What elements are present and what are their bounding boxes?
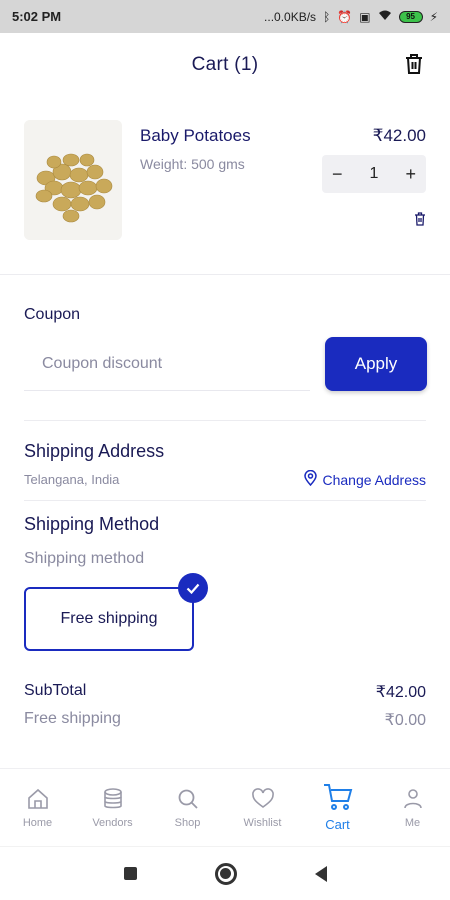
network-speed: ...0.0KB/s bbox=[264, 9, 317, 24]
nav-shop-label: Shop bbox=[174, 816, 201, 829]
status-time: 5:02 PM bbox=[12, 9, 62, 24]
cart-item: Baby Potatoes Weight: 500 gms ₹42.00 − 1… bbox=[0, 110, 450, 270]
remove-item-trash-icon[interactable] bbox=[414, 212, 426, 231]
sim-icon: ▣ bbox=[359, 9, 371, 24]
shipping-method-subtitle: Shipping method bbox=[24, 550, 145, 567]
back-icon[interactable] bbox=[314, 865, 327, 882]
nav-shop[interactable]: Shop bbox=[150, 769, 225, 846]
person-icon bbox=[403, 788, 422, 808]
bottom-nav: Home Vendors Shop Wishlist Cart Me bbox=[0, 768, 450, 846]
cart-icon bbox=[323, 784, 352, 810]
check-icon bbox=[178, 573, 208, 603]
divider bbox=[24, 500, 426, 501]
coupon-label: Coupon bbox=[24, 306, 81, 323]
home-button-icon[interactable] bbox=[214, 862, 237, 885]
home-icon bbox=[27, 788, 48, 809]
status-bar: 5:02 PM ...0.0KB/s ᛒ ⏰ ▣ 95 ⚡ bbox=[0, 0, 450, 33]
product-price: ₹42.00 bbox=[372, 126, 426, 145]
shipping-cost-value: ₹0.00 bbox=[384, 712, 426, 729]
subtotal-value: ₹42.00 bbox=[375, 684, 426, 701]
nav-me[interactable]: Me bbox=[375, 769, 450, 846]
increase-quantity-button[interactable]: + bbox=[405, 164, 416, 185]
product-weight: Weight: 500 gms bbox=[140, 156, 245, 172]
nav-cart-label: Cart bbox=[325, 817, 350, 832]
shipping-cost-row: Free shipping ₹0.00 bbox=[24, 710, 426, 730]
divider bbox=[24, 420, 426, 421]
nav-vendors-label: Vendors bbox=[92, 816, 133, 829]
nav-cart[interactable]: Cart bbox=[300, 769, 375, 846]
subtotal-row: SubTotal ₹42.00 bbox=[24, 682, 426, 702]
recent-apps-icon[interactable] bbox=[123, 867, 137, 880]
app-header: Cart (1) bbox=[0, 33, 450, 97]
page-title: Cart (1) bbox=[191, 54, 259, 75]
wifi-icon bbox=[378, 10, 392, 23]
shipping-option-label: Free shipping bbox=[60, 610, 158, 627]
shipping-method-title: Shipping Method bbox=[24, 514, 160, 534]
shipping-option-card[interactable]: Free shipping bbox=[24, 587, 194, 651]
bluetooth-icon: ᛒ bbox=[323, 9, 331, 24]
nav-home[interactable]: Home bbox=[0, 769, 75, 846]
nav-vendors[interactable]: Vendors bbox=[75, 769, 150, 846]
shipping-address-value: Telangana, India bbox=[24, 472, 120, 487]
nav-me-label: Me bbox=[404, 816, 421, 829]
nav-wishlist-label: Wishlist bbox=[243, 816, 282, 829]
shipping-address-title: Shipping Address bbox=[24, 441, 165, 461]
coupon-input[interactable] bbox=[24, 337, 310, 391]
system-nav-bar bbox=[0, 846, 450, 900]
quantity-stepper: − 1 + bbox=[322, 155, 426, 193]
apply-coupon-button[interactable]: Apply bbox=[325, 337, 427, 391]
charging-icon: ⚡ bbox=[429, 9, 438, 24]
nav-wishlist[interactable]: Wishlist bbox=[225, 769, 300, 846]
alarm-icon: ⏰ bbox=[337, 9, 353, 24]
search-icon bbox=[178, 789, 198, 809]
database-icon bbox=[103, 787, 122, 808]
product-name[interactable]: Baby Potatoes bbox=[140, 126, 251, 146]
quantity-value: 1 bbox=[369, 165, 379, 182]
status-icons: ...0.0KB/s ᛒ ⏰ ▣ 95 ⚡ bbox=[264, 10, 438, 24]
subtotal-label: SubTotal bbox=[24, 682, 87, 699]
decrease-quantity-button[interactable]: − bbox=[332, 164, 343, 185]
product-image bbox=[24, 120, 122, 240]
heart-icon bbox=[251, 787, 274, 808]
nav-home-label: Home bbox=[22, 816, 53, 829]
battery-icon: 95 bbox=[398, 10, 423, 23]
shipping-cost-label: Free shipping bbox=[24, 710, 121, 727]
change-address-label: Change Address bbox=[322, 471, 426, 488]
clear-cart-trash-icon[interactable] bbox=[404, 53, 424, 80]
divider bbox=[0, 274, 450, 275]
change-address-link[interactable]: Change Address bbox=[304, 469, 426, 489]
location-pin-icon bbox=[304, 469, 318, 489]
